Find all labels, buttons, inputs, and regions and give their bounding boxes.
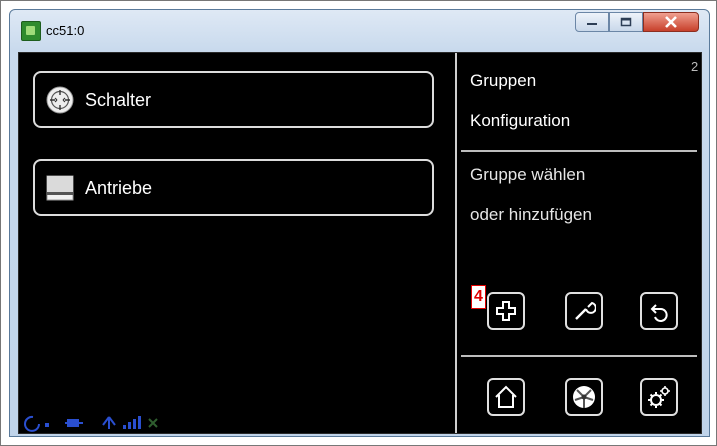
close-icon	[665, 16, 677, 28]
blind-drive-icon	[46, 175, 74, 201]
screenshot-frame: cc51:0 Schalter Antriebe 2 Gruppen Konfi…	[0, 0, 717, 446]
panel-title-line1: Gruppen	[470, 71, 537, 90]
edit-group-button[interactable]	[565, 292, 603, 330]
window-controls	[575, 12, 699, 32]
menu-item-antriebe[interactable]: Antriebe	[33, 159, 434, 216]
status-bar	[19, 409, 449, 433]
home-button[interactable]	[487, 378, 525, 416]
menu-item-schalter[interactable]: Schalter	[33, 71, 434, 128]
title-bar[interactable]: cc51:0	[10, 10, 709, 52]
panel-divider	[455, 53, 457, 433]
window-title: cc51:0	[46, 23, 85, 38]
switch-icon	[46, 86, 74, 114]
back-icon	[650, 304, 668, 322]
menu-item-label: Antriebe	[85, 178, 153, 198]
callout-marker: 4	[471, 285, 486, 309]
instruction-line2: oder hinzufügen	[470, 205, 592, 224]
fan-button[interactable]	[565, 378, 603, 416]
page-indicator: 2	[691, 59, 699, 74]
settings-gears-icon	[648, 386, 670, 408]
app-icon	[21, 21, 41, 41]
menu-item-label: Schalter	[85, 90, 152, 110]
add-icon	[496, 301, 516, 321]
back-button[interactable]	[640, 292, 678, 330]
title-divider	[461, 150, 697, 152]
minimize-button[interactable]	[575, 12, 609, 32]
maximize-button[interactable]	[609, 12, 643, 32]
wrench-icon	[575, 301, 596, 320]
app-window: cc51:0 Schalter Antriebe 2 Gruppen Konfi…	[9, 9, 710, 437]
add-group-button[interactable]	[487, 292, 525, 330]
settings-button[interactable]	[640, 378, 678, 416]
main-panel: Schalter Antriebe 2 Gruppen Konfiguratio…	[18, 52, 702, 434]
minimize-icon	[587, 23, 597, 25]
instruction-line1: Gruppe wählen	[470, 165, 586, 184]
panel-title-line2: Konfiguration	[470, 111, 571, 130]
home-icon	[495, 385, 517, 408]
maximize-icon	[620, 17, 632, 27]
status-icons	[24, 415, 158, 432]
buttons-divider	[461, 355, 697, 357]
close-button[interactable]	[643, 12, 699, 32]
fan-icon	[573, 386, 595, 408]
